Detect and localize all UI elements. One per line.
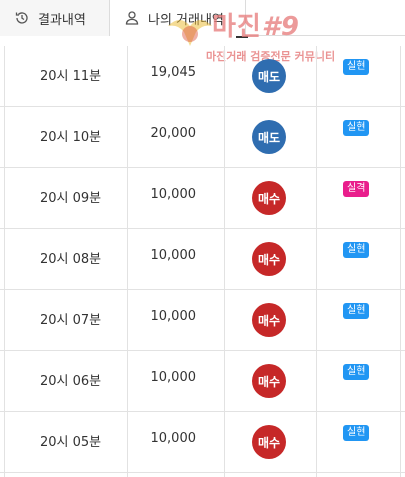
row-time: 20시 05분 xyxy=(40,435,102,450)
tab-results-label: 결과내역 xyxy=(38,12,86,28)
row-amount: 10,000 xyxy=(150,187,197,202)
row-amount: 10,000 xyxy=(150,431,197,446)
table-row: 20시 10분 20,000 매도 실현 xyxy=(0,107,405,168)
table-row: 20시 09분 10,000 매수 실격 xyxy=(0,168,405,229)
side-badge: 매도 xyxy=(252,59,286,93)
side-badge: 매수 xyxy=(252,181,286,215)
row-time: 20시 10분 xyxy=(40,130,102,145)
tab-bar: 결과내역 나의 거래내역 xyxy=(0,0,405,38)
row-amount: 10,000 xyxy=(150,370,197,385)
row-time: 20시 11분 xyxy=(40,69,102,84)
table-row: 20시 07분 10,000 매수 실현 xyxy=(0,290,405,351)
side-badge: 매수 xyxy=(252,242,286,276)
result-badge: 실현 xyxy=(343,425,370,441)
row-amount: 10,000 xyxy=(150,309,197,324)
side-badge: 매수 xyxy=(252,364,286,398)
table-row: 20시 05분 10,000 매수 실현 xyxy=(0,412,405,473)
tab-my-trades[interactable]: 나의 거래내역 xyxy=(110,0,248,38)
row-time: 20시 08분 xyxy=(40,252,102,267)
row-time: 20시 09분 xyxy=(40,191,102,206)
table-row xyxy=(0,473,405,477)
row-time: 20시 06분 xyxy=(40,374,102,389)
side-badge: 매수 xyxy=(252,303,286,337)
side-badge: 매수 xyxy=(252,425,286,459)
user-icon xyxy=(125,11,139,25)
tab-my-trades-label: 나의 거래내역 xyxy=(148,12,224,28)
result-badge: 실현 xyxy=(343,59,370,75)
result-badge: 실현 xyxy=(343,242,370,258)
result-badge: 실현 xyxy=(343,364,370,380)
side-badge: 매도 xyxy=(252,120,286,154)
result-badge: 실현 xyxy=(343,120,370,136)
tab-results[interactable]: 결과내역 xyxy=(0,0,110,36)
result-badge: 실격 xyxy=(343,181,370,197)
table-row: 20시 08분 10,000 매수 실현 xyxy=(0,229,405,290)
table-row: 20시 06분 10,000 매수 실현 xyxy=(0,351,405,412)
row-amount: 10,000 xyxy=(150,248,197,263)
row-amount: 20,000 xyxy=(150,126,197,141)
row-amount: 19,045 xyxy=(150,65,197,80)
trade-table: 20시 11분 19,045 매도 실현 20시 10분 20,000 매도 실… xyxy=(0,46,405,477)
result-badge: 실현 xyxy=(343,303,370,319)
table-row: 20시 11분 19,045 매도 실현 xyxy=(0,46,405,107)
row-time: 20시 07분 xyxy=(40,313,102,328)
history-icon xyxy=(15,12,28,24)
